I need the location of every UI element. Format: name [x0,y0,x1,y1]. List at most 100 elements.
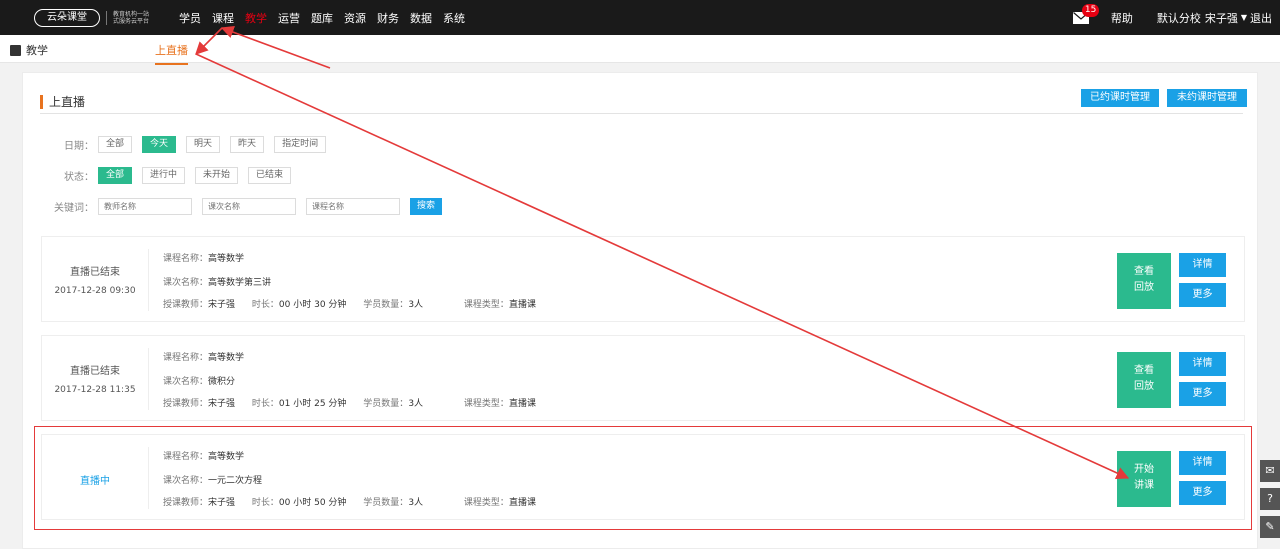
details-button[interactable]: 详情 [1179,451,1226,475]
nav-students[interactable]: 学员 [179,10,201,26]
nav-system[interactable]: 系统 [443,10,465,26]
type-label: 课程类型： [463,498,509,508]
students-value: 3人 [408,300,424,310]
logout-link[interactable]: 退出 [1250,10,1272,26]
start-lecture-button[interactable]: 开始 讲课 [1117,451,1171,507]
nav-courses[interactable]: 课程 [212,10,234,26]
lesson-name-input[interactable] [202,198,296,215]
logo-tagline: 教育机构一站式服务云平台 [113,10,150,25]
status-chip-ongoing[interactable]: 进行中 [142,167,186,184]
tab-live[interactable]: 上直播 [155,42,188,65]
view-replay-button[interactable]: 查看 回放 [1117,253,1171,309]
lesson-label: 课次名称： [163,377,209,387]
mail-badge: 15 [1081,3,1100,17]
students-label: 学员数量： [363,300,409,310]
more-button[interactable]: 更多 [1179,382,1226,406]
teacher-value: 宋子强 [208,498,236,508]
lesson-card: 直播已结束 2017-12-28 11:35 课程名称：高等数学 课次名称：微积… [41,335,1245,421]
meta-row: 授课教师：宋子强 时长：01 小时 25 分钟 学员数量：3人 课程类型：直播课 [163,396,536,409]
lesson-value: 高等数学第三讲 [208,278,272,288]
date-label: 日期： [64,141,94,152]
title-divider [40,113,1243,114]
students-label: 学员数量： [363,498,409,508]
section-label: 教学 [26,44,48,57]
type-label: 课程类型： [463,300,509,310]
duration-value: 00 小时 50 分钟 [278,498,347,508]
lesson-value: 微积分 [208,377,236,387]
course-row: 课程名称：高等数学 [163,449,244,462]
status-chip-not-started[interactable]: 未开始 [195,167,239,184]
page-title: 上直播 [40,95,85,109]
lesson-time: 2017-12-28 11:35 [54,385,136,395]
course-value: 高等数学 [208,452,245,462]
lesson-card: 直播已结束 2017-12-28 09:30 课程名称：高等数学 课次名称：高等… [41,236,1245,322]
action-line-1: 开始 [1134,464,1154,475]
date-chip-all[interactable]: 全部 [98,136,133,153]
date-chip-custom[interactable]: 指定时间 [274,136,327,153]
lesson-status: 直播已结束 [70,267,120,278]
date-chip-tomorrow[interactable]: 明天 [186,136,221,153]
help-link[interactable]: 帮助 [1111,10,1133,26]
date-chip-yesterday[interactable]: 昨天 [230,136,265,153]
teacher-name-input[interactable] [98,198,192,215]
lesson-card: 直播中 课程名称：高等数学 课次名称：一元二次方程 授课教师：宋子强 时长：00… [41,434,1245,520]
date-filter: 日期： 全部 今天 明天 昨天 指定时间 [64,136,336,153]
help-icon[interactable]: ? [1260,488,1280,510]
unbooked-hours-button[interactable]: 未约课时管理 [1167,89,1247,107]
lesson-time: 2017-12-28 09:30 [54,286,136,296]
search-button[interactable]: 搜索 [410,198,442,215]
keyword-filter: 关键词： 搜索 [54,198,442,215]
section-title: 教学 [10,42,48,58]
students-value: 3人 [408,498,424,508]
status-filter: 状态： 全部 进行中 未开始 已结束 [64,167,301,184]
message-icon[interactable]: ✉ [1260,460,1280,482]
nav-resources[interactable]: 资源 [344,10,366,26]
nav-finance[interactable]: 财务 [377,10,399,26]
lesson-label: 课次名称： [163,476,209,486]
details-button[interactable]: 详情 [1179,352,1226,376]
lesson-status: 直播中 [80,476,110,487]
mail-icon[interactable]: 15 [1072,3,1100,24]
date-chip-today[interactable]: 今天 [142,136,177,153]
course-label: 课程名称： [163,452,209,462]
user-name[interactable]: 宋子强 [1205,10,1238,26]
card-divider [148,447,149,509]
lesson-label: 课次名称： [163,278,209,288]
nav-teaching[interactable]: 教学 [245,10,267,26]
students-label: 学员数量： [363,399,409,409]
course-value: 高等数学 [208,353,245,363]
status-chip-ended[interactable]: 已结束 [248,167,292,184]
logo-divider [106,10,107,25]
course-label: 课程名称： [163,353,209,363]
lesson-row: 课次名称：一元二次方程 [163,473,262,486]
card-divider [148,249,149,311]
students-value: 3人 [408,399,424,409]
more-button[interactable]: 更多 [1179,283,1226,307]
card-divider [148,348,149,410]
lesson-status: 直播已结束 [70,366,120,377]
feedback-icon[interactable]: ✎ [1260,516,1280,538]
status-chip-all[interactable]: 全部 [98,167,133,184]
details-button[interactable]: 详情 [1179,253,1226,277]
nav-operations[interactable]: 运营 [278,10,300,26]
view-replay-button[interactable]: 查看 回放 [1117,352,1171,408]
nav-data[interactable]: 数据 [410,10,432,26]
meta-row: 授课教师：宋子强 时长：00 小时 50 分钟 学员数量：3人 课程类型：直播课 [163,495,536,508]
action-line-1: 查看 [1134,365,1154,376]
course-value: 高等数学 [208,254,245,264]
teaching-icon [10,44,21,56]
action-line-2: 回放 [1134,381,1154,392]
status-label: 状态： [64,172,94,183]
caret-down-icon[interactable]: ▼ [1241,13,1247,22]
duration-value: 00 小时 30 分钟 [278,300,347,310]
more-button[interactable]: 更多 [1179,481,1226,505]
logo[interactable]: 云朵课堂 教育机构一站式服务云平台 [34,0,153,35]
duration-label: 时长： [251,399,279,409]
course-label: 课程名称： [163,254,209,264]
nav-question-bank[interactable]: 题库 [311,10,333,26]
course-row: 课程名称：高等数学 [163,350,244,363]
lesson-row: 课次名称：高等数学第三讲 [163,275,271,288]
booked-hours-button[interactable]: 已约课时管理 [1081,89,1159,107]
course-name-input[interactable] [306,198,400,215]
type-value: 直播课 [508,399,536,409]
